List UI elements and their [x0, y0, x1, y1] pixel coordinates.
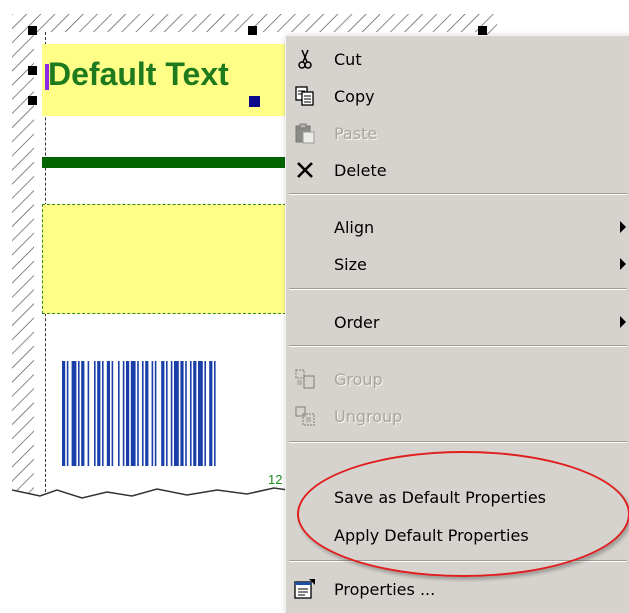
menu-item-cut[interactable]: Cut	[286, 42, 629, 76]
menu-item-paste[interactable]: Paste	[286, 116, 629, 150]
menu-item-label: Order	[334, 313, 380, 332]
properties-icon	[292, 576, 318, 602]
selection-handle-mid-left[interactable]	[28, 66, 37, 75]
scissors-icon	[292, 46, 318, 72]
menu-item-label: Group	[334, 370, 383, 389]
text-object-label: Default Text	[48, 56, 229, 92]
menu-item-delete[interactable]: Delete	[286, 153, 629, 187]
menu-separator	[289, 441, 627, 443]
menu-item-label: Paste	[334, 124, 378, 143]
menu-item-apply-default-properties[interactable]: Apply Default Properties	[286, 518, 629, 552]
menu-item-ungroup[interactable]: Ungroup	[286, 399, 629, 433]
selection-handle-bottom-mid[interactable]	[249, 96, 260, 107]
selection-handle-top-right[interactable]	[478, 26, 487, 35]
submenu-arrow-icon	[620, 258, 626, 270]
context-menu: Cut Copy Paste Delete Align Size Order G…	[285, 35, 629, 613]
menu-separator	[289, 560, 627, 562]
menu-item-label: Delete	[334, 161, 387, 180]
menu-item-size[interactable]: Size	[286, 247, 629, 281]
menu-item-properties[interactable]: Properties ...	[286, 572, 629, 606]
menu-item-order[interactable]: Order	[286, 305, 629, 339]
group-icon	[292, 366, 318, 392]
submenu-arrow-icon	[620, 221, 626, 233]
submenu-arrow-icon	[620, 316, 626, 328]
menu-item-label: Save as Default Properties	[334, 488, 546, 507]
barcode-object[interactable]	[62, 361, 292, 466]
menu-item-label: Properties ...	[334, 580, 436, 599]
selection-handle-bottom-left[interactable]	[28, 96, 37, 105]
menu-item-label: Size	[334, 255, 367, 274]
menu-item-label: Cut	[334, 50, 362, 69]
menu-item-save-default-properties[interactable]: Save as Default Properties	[286, 480, 629, 514]
menu-separator	[289, 345, 627, 347]
menu-item-label: Ungroup	[334, 407, 403, 426]
clipboard-icon	[292, 120, 318, 146]
menu-item-group[interactable]: Group	[286, 362, 629, 396]
menu-item-label: Apply Default Properties	[334, 526, 529, 545]
delete-x-icon	[292, 157, 318, 183]
copy-icon	[292, 83, 318, 109]
menu-separator	[289, 288, 627, 290]
selection-handle-top-mid[interactable]	[248, 26, 257, 35]
selection-handle-top-left[interactable]	[28, 26, 37, 35]
menu-item-label: Copy	[334, 87, 375, 106]
menu-item-copy[interactable]: Copy	[286, 79, 629, 113]
menu-item-label: Align	[334, 218, 375, 237]
menu-item-align[interactable]: Align	[286, 210, 629, 244]
menu-separator	[289, 193, 627, 195]
ungroup-icon	[292, 403, 318, 429]
